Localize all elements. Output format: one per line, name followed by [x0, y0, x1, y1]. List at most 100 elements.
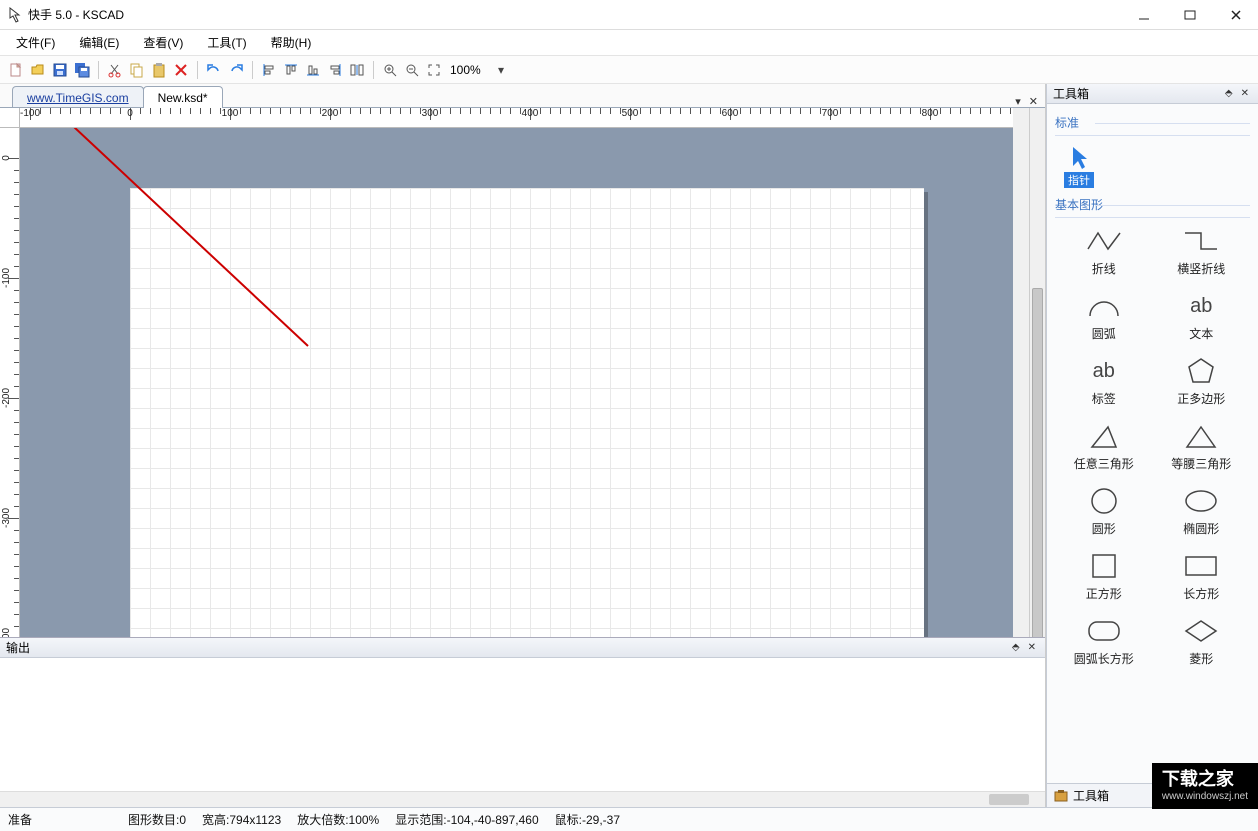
menu-file[interactable]: 文件(F) — [6, 30, 65, 55]
tool-text-label: 文本 — [1189, 325, 1213, 342]
tool-tri-any-label: 任意三角形 — [1074, 455, 1134, 472]
tab-dropdown-icon[interactable]: ▾ — [1012, 95, 1024, 108]
output-pin-icon[interactable]: ⬘ — [1009, 642, 1023, 653]
toolbox-close-icon[interactable]: ✕ — [1238, 88, 1252, 99]
toolbox-footer-icon — [1053, 788, 1069, 804]
tool-rect[interactable]: 长方形 — [1159, 551, 1245, 602]
tab-close-icon[interactable]: ✕ — [1026, 95, 1041, 108]
menu-view[interactable]: 查看(V) — [133, 30, 193, 55]
tool-polygon-label: 正多边形 — [1177, 390, 1225, 407]
menu-edit[interactable]: 编辑(E) — [69, 30, 129, 55]
redo-icon[interactable] — [226, 60, 246, 80]
new-file-icon[interactable] — [6, 60, 26, 80]
tool-ellipse[interactable]: 椭圆形 — [1159, 486, 1245, 537]
tool-label[interactable]: ab标签 — [1061, 356, 1147, 407]
zoom-input[interactable] — [446, 63, 496, 77]
toolbox-footer-label: 工具箱 — [1073, 787, 1109, 804]
save-all-icon[interactable] — [72, 60, 92, 80]
tab-timegis[interactable]: www.TimeGIS.com — [12, 86, 144, 108]
vertical-ruler: 0-100-200-300-400 — [0, 128, 20, 637]
canvas-area: -1000100200300400500600700800900 0-100-2… — [0, 108, 1045, 637]
tool-rect-label: 长方形 — [1183, 585, 1219, 602]
grid — [130, 188, 924, 637]
output-panel: 输出 ⬘ ✕ — [0, 637, 1045, 807]
status-range: 显示范围:-104,-40-897,460 — [395, 811, 538, 828]
tool-hvpolyline[interactable]: 横竖折线 — [1159, 226, 1245, 277]
window-title: 快手 5.0 - KSCAD — [28, 6, 1130, 23]
pointer-icon — [1067, 144, 1091, 172]
tab-newksd[interactable]: New.ksd* — [143, 86, 223, 108]
tool-pointer[interactable]: 指针 — [1055, 140, 1103, 192]
close-button[interactable] — [1222, 5, 1250, 25]
tool-tri-iso-label: 等腰三角形 — [1171, 455, 1231, 472]
menubar: 文件(F) 编辑(E) 查看(V) 工具(T) 帮助(H) — [0, 30, 1258, 56]
menu-tools[interactable]: 工具(T) — [197, 30, 256, 55]
app-icon — [8, 7, 22, 23]
tool-hvpolyline-label: 横竖折线 — [1177, 260, 1225, 277]
maximize-button[interactable] — [1176, 5, 1204, 25]
tool-polygon[interactable]: 正多边形 — [1159, 356, 1245, 407]
tool-pointer-label: 指针 — [1064, 172, 1094, 188]
align-bottom-icon[interactable] — [303, 60, 323, 80]
distribute-icon[interactable] — [347, 60, 367, 80]
tool-ellipse-label: 椭圆形 — [1183, 520, 1219, 537]
open-file-icon[interactable] — [28, 60, 48, 80]
status-shapes: 图形数目:0 — [128, 811, 186, 828]
minimize-button[interactable] — [1130, 5, 1158, 25]
vertical-scrollbar[interactable] — [1029, 108, 1045, 637]
tool-diamond-label: 菱形 — [1189, 650, 1213, 667]
tool-tri-any[interactable]: 任意三角形 — [1061, 421, 1147, 472]
tool-circle-label: 圆形 — [1092, 520, 1116, 537]
toolbox-section-standard: 标准 — [1055, 110, 1250, 136]
output-body[interactable] — [0, 658, 1045, 791]
zoom-dropdown-icon[interactable]: ▾ — [498, 63, 504, 77]
tool-text[interactable]: ab文本 — [1159, 291, 1245, 342]
toolbox-title: 工具箱 — [1053, 85, 1222, 102]
tool-arc-label: 圆弧 — [1092, 325, 1116, 342]
tool-roundrect-label: 圆弧长方形 — [1074, 650, 1134, 667]
output-close-icon[interactable]: ✕ — [1025, 642, 1039, 653]
tool-polyline-label: 折线 — [1092, 260, 1116, 277]
titlebar: 快手 5.0 - KSCAD — [0, 0, 1258, 30]
tool-polyline[interactable]: 折线 — [1061, 226, 1147, 277]
undo-icon[interactable] — [204, 60, 224, 80]
ruler-corner — [0, 108, 20, 128]
output-scrollbar[interactable] — [0, 791, 1045, 807]
toolbox-panel: 工具箱 ⬘ ✕ 标准 指针 基本图形 折线 横竖折线 圆弧 ab文本 ab标签 … — [1046, 84, 1258, 807]
tool-tri-iso[interactable]: 等腰三角形 — [1159, 421, 1245, 472]
tool-circle[interactable]: 圆形 — [1061, 486, 1147, 537]
status-ready: 准备 — [8, 811, 32, 828]
page[interactable] — [130, 188, 924, 637]
toolbox-pin-icon[interactable]: ⬘ — [1222, 88, 1236, 99]
status-wh: 宽高:794x1123 — [202, 811, 281, 828]
tool-square[interactable]: 正方形 — [1061, 551, 1147, 602]
tool-diamond[interactable]: 菱形 — [1159, 616, 1245, 667]
fit-icon[interactable] — [424, 60, 444, 80]
statusbar: 准备 图形数目:0 宽高:794x1123 放大倍数:100% 显示范围:-10… — [0, 807, 1258, 831]
zoom-out-icon[interactable] — [402, 60, 422, 80]
toolbar: ▾ — [0, 56, 1258, 84]
tool-square-label: 正方形 — [1086, 585, 1122, 602]
watermark-title: 下载之家 — [1162, 769, 1248, 791]
menu-help[interactable]: 帮助(H) — [261, 30, 322, 55]
align-top-icon[interactable] — [281, 60, 301, 80]
align-left-icon[interactable] — [259, 60, 279, 80]
paste-icon[interactable] — [149, 60, 169, 80]
tool-roundrect[interactable]: 圆弧长方形 — [1061, 616, 1147, 667]
copy-icon[interactable] — [127, 60, 147, 80]
tool-label-label: 标签 — [1092, 390, 1116, 407]
document-tabbar: www.TimeGIS.com New.ksd* ▾ ✕ — [0, 84, 1045, 108]
cut-icon[interactable] — [105, 60, 125, 80]
save-icon[interactable] — [50, 60, 70, 80]
delete-icon[interactable] — [171, 60, 191, 80]
output-title: 输出 — [6, 639, 1009, 656]
align-right-icon[interactable] — [325, 60, 345, 80]
status-mouse: 鼠标:-29,-37 — [555, 811, 620, 828]
tool-arc[interactable]: 圆弧 — [1061, 291, 1147, 342]
watermark-url: www.windowszj.net — [1162, 791, 1248, 803]
status-zoom: 放大倍数:100% — [297, 811, 379, 828]
horizontal-ruler: -1000100200300400500600700800900 — [20, 108, 1013, 128]
zoom-in-icon[interactable] — [380, 60, 400, 80]
watermark: 下载之家 www.windowszj.net — [1152, 763, 1258, 809]
workspace[interactable] — [20, 128, 1013, 637]
